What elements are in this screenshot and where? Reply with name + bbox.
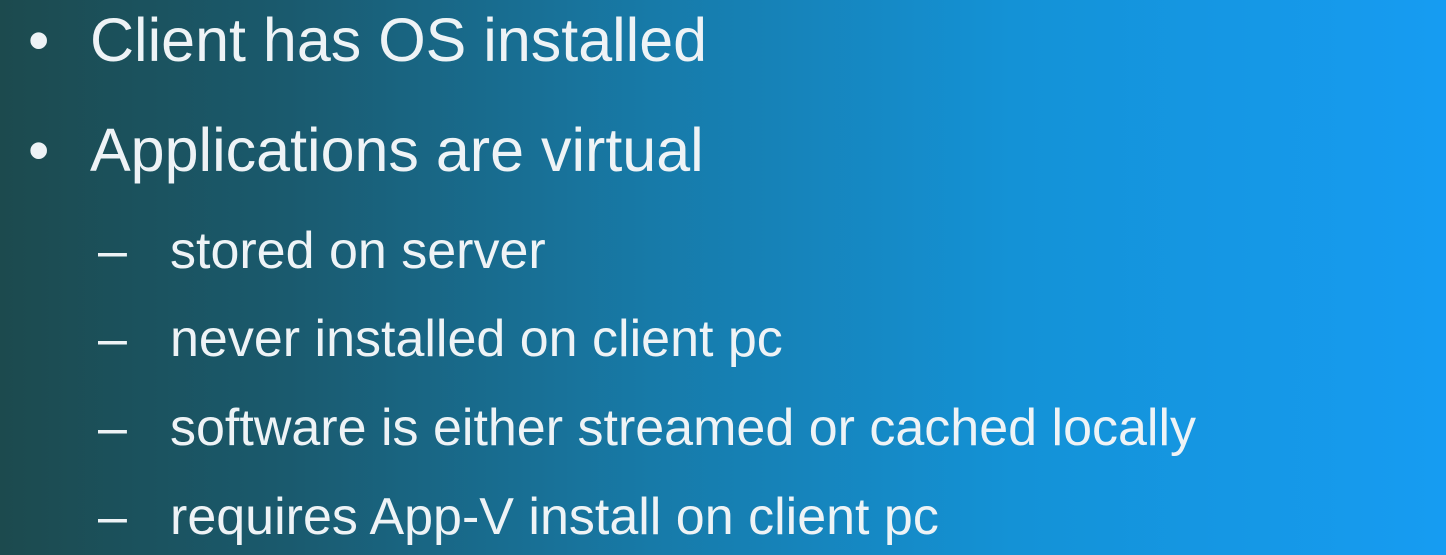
bullet-marker: • xyxy=(28,116,50,184)
dash-marker: – xyxy=(98,488,127,546)
dash-marker: – xyxy=(98,222,127,280)
dash-marker: – xyxy=(98,310,127,368)
bullet-text: Client has OS installed xyxy=(90,6,708,74)
sub-bullet-item: – never installed on client pc xyxy=(98,313,783,365)
sub-bullet-text: software is either streamed or cached lo… xyxy=(170,399,1197,457)
sub-bullet-item: – requires App-V install on client pc xyxy=(98,491,939,543)
dash-marker: – xyxy=(98,399,127,457)
slide: • Client has OS installed • Applications a… xyxy=(0,0,1446,555)
sub-bullet-text: never installed on client pc xyxy=(170,310,783,368)
bullet-marker: • xyxy=(28,6,50,74)
sub-bullet-text: requires App-V install on client pc xyxy=(170,488,939,546)
sub-bullet-item: – stored on server xyxy=(98,225,546,277)
sub-bullet-text: stored on server xyxy=(170,222,546,280)
bullet-text: Applications are virtual xyxy=(90,116,704,184)
bullet-item: • Applications are virtual xyxy=(28,120,704,181)
sub-bullet-item: – software is either streamed or cached l… xyxy=(98,402,1196,454)
bullet-item: • Client has OS installed xyxy=(28,10,707,71)
